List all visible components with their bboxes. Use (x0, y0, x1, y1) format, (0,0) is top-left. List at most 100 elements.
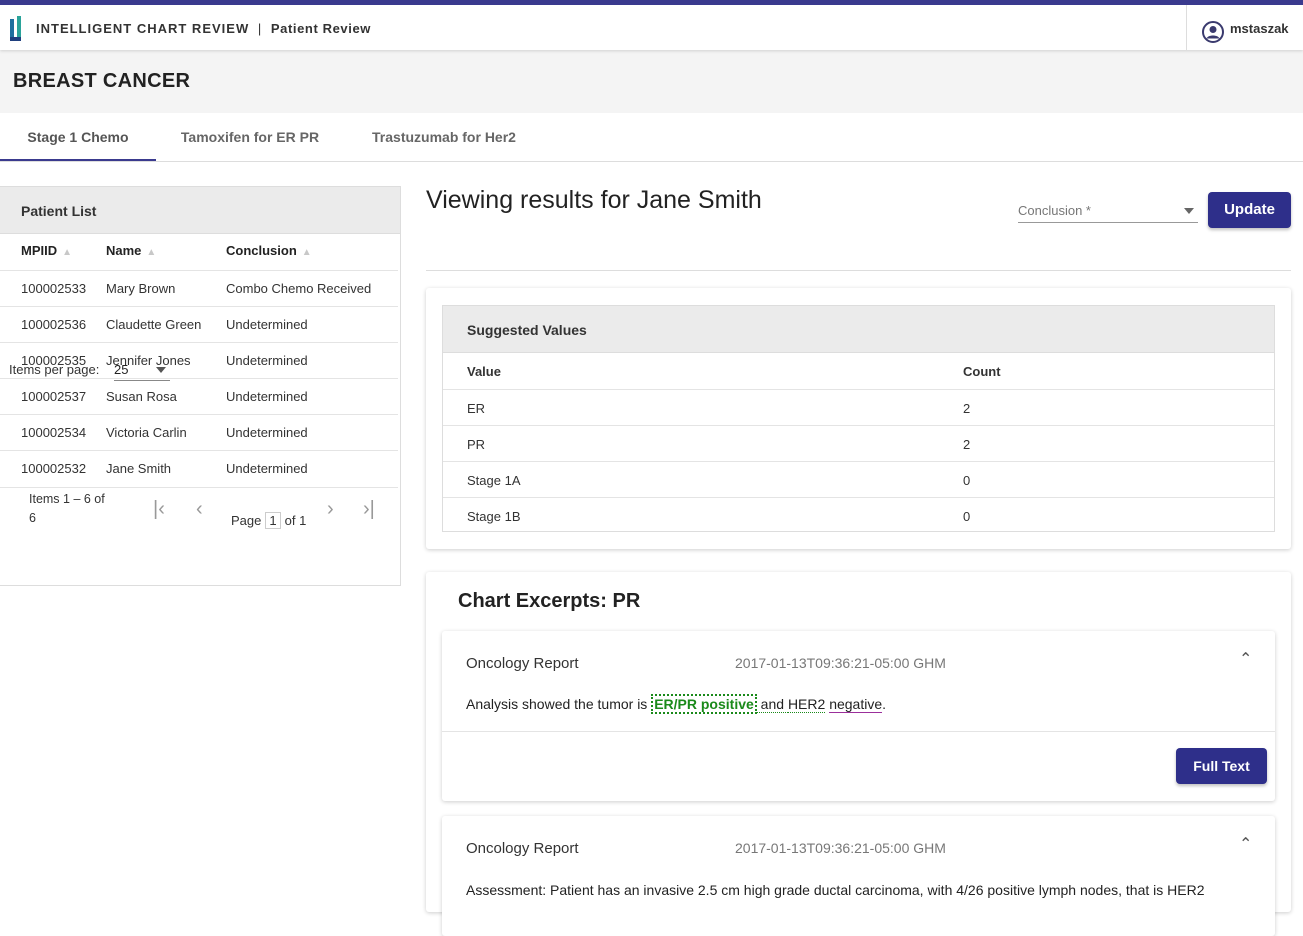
tab-bar: Stage 1 Chemo Tamoxifen for ER PR Trastu… (0, 113, 1303, 162)
page-of-label: of 1 (284, 513, 307, 528)
cell-count: 0 (963, 509, 971, 524)
cell-value: Stage 1A (467, 473, 521, 488)
conclusion-placeholder: Conclusion * (1018, 203, 1091, 218)
excerpt-panel: Oncology Report 2017-01-13T09:36:21-05:0… (442, 816, 1275, 936)
cell-conclusion: Undetermined (226, 317, 308, 332)
patient-row[interactable]: 100002534 Victoria Carlin Undetermined (0, 414, 398, 450)
user-name: mstaszak (1230, 21, 1289, 36)
cell-count: 0 (963, 473, 971, 488)
cell-name: Claudette Green (106, 317, 202, 332)
app-title: INTELLIGENT CHART REVIEW | Patient Revie… (36, 21, 371, 36)
next-page-icon[interactable]: › (327, 498, 334, 521)
suggested-values-card: Suggested Values Value Count ER 2 PR 2 S… (426, 288, 1291, 549)
annotated-term-negative[interactable]: negative (829, 696, 883, 713)
app-name: INTELLIGENT CHART REVIEW (36, 21, 250, 36)
title-separator: | (257, 21, 263, 36)
app-logo-icon (10, 16, 21, 41)
full-text-button[interactable]: Full Text (1176, 748, 1267, 784)
cell-mpiid: 100002537 (21, 389, 87, 404)
cell-conclusion: Undetermined (226, 389, 308, 404)
page-title: BREAST CANCER (13, 70, 191, 92)
table-row[interactable]: PR 2 (443, 425, 1274, 461)
page-header: BREAST CANCER (0, 50, 1303, 113)
page-indicator: Page 1 of 1 (231, 512, 306, 529)
table-row[interactable]: ER 2 (443, 389, 1274, 425)
page-input[interactable]: 1 (265, 512, 281, 529)
text-fragment: and (756, 696, 788, 713)
cell-name: Jane Smith (106, 461, 172, 476)
text-fragment: Analysis showed the tumor is (466, 696, 652, 712)
excerpt-text: Analysis showed the tumor is ER/PR posit… (466, 694, 887, 714)
chevron-up-icon[interactable]: ⌃ (1239, 649, 1252, 669)
cell-conclusion: Undetermined (226, 353, 308, 368)
divider (426, 270, 1291, 271)
column-header-conclusion[interactable]: Conclusion ▲ (226, 243, 312, 258)
cell-conclusion: Undetermined (226, 425, 308, 440)
dropdown-caret-icon (156, 367, 166, 373)
column-label: MPIID (21, 243, 58, 258)
tab-tamoxifen[interactable]: Tamoxifen for ER PR (156, 113, 344, 161)
chevron-up-icon[interactable]: ⌃ (1239, 834, 1252, 854)
highlighted-term[interactable]: ER/PR positive (651, 694, 757, 714)
conclusion-select[interactable]: Conclusion * (1018, 203, 1198, 223)
app-subtitle: Patient Review (270, 21, 372, 36)
update-button[interactable]: Update (1208, 192, 1291, 228)
column-header-mpiid[interactable]: MPIID ▲ (21, 243, 72, 258)
patient-row[interactable]: 100002533 Mary Brown Combo Chemo Receive… (0, 270, 398, 306)
first-page-icon[interactable]: |‹ (153, 498, 165, 521)
patient-list-title: Patient List (0, 187, 400, 234)
excerpt-type: Oncology Report (466, 840, 579, 857)
excerpt-text: Assessment: Patient has an invasive 2.5 … (466, 882, 1205, 898)
excerpt-panel: Oncology Report 2017-01-13T09:36:21-05:0… (442, 631, 1275, 801)
user-menu[interactable]: mstaszak (1186, 5, 1303, 50)
cell-conclusion: Combo Chemo Received (226, 281, 372, 296)
cell-name: Victoria Carlin (106, 425, 187, 440)
excerpt-footer: Full Text (442, 731, 1275, 801)
table-row[interactable]: Stage 1A 0 (443, 461, 1274, 497)
cell-mpiid: 100002534 (21, 425, 87, 440)
pager-items-label: Items 1 – 6 of 6 (29, 492, 105, 525)
sort-arrow-icon: ▲ (146, 247, 157, 258)
patient-row[interactable]: 100002532 Jane Smith Undetermined (0, 450, 398, 486)
last-page-icon[interactable]: ›| (363, 498, 375, 521)
chart-excerpts-card: Chart Excerpts: PR Oncology Report 2017-… (426, 572, 1291, 936)
items-per-page-value: 25 (114, 362, 129, 377)
items-per-page-label: Items per page: (9, 362, 100, 377)
column-label: Name (106, 243, 142, 258)
column-header-value: Value (467, 364, 501, 379)
excerpt-date: 2017-01-13T09:36:21-05:00 GHM (735, 655, 946, 671)
text-fragment: . (882, 696, 887, 712)
top-bar: INTELLIGENT CHART REVIEW | Patient Revie… (0, 0, 1303, 50)
suggested-values-title: Suggested Values (443, 306, 1274, 353)
tab-stage-1-chemo[interactable]: Stage 1 Chemo (0, 113, 156, 161)
table-row[interactable]: Stage 1B 0 (443, 497, 1274, 533)
annotated-term-her2[interactable]: HER2 (787, 696, 826, 713)
column-label: Conclusion (226, 243, 297, 258)
excerpt-type: Oncology Report (466, 655, 579, 672)
cell-name: Susan Rosa (106, 389, 177, 404)
sort-arrow-icon: ▲ (62, 247, 73, 258)
cell-value: PR (467, 437, 486, 452)
tab-trastuzumab[interactable]: Trastuzumab for Her2 (344, 113, 544, 161)
patient-list-panel: Patient List MPIID ▲ Name ▲ Conclusion ▲ 10… (0, 186, 401, 586)
suggested-values-table: Suggested Values Value Count ER 2 PR 2 S… (442, 305, 1275, 532)
patient-row[interactable]: 100002536 Claudette Green Undetermined (0, 306, 398, 342)
column-header-count: Count (963, 364, 1001, 379)
page-label: Page (231, 513, 262, 528)
dropdown-caret-icon (1184, 208, 1194, 214)
patient-row[interactable]: 100002537 Susan Rosa Undetermined (0, 378, 398, 414)
cell-conclusion: Undetermined (226, 461, 308, 476)
items-per-page-select[interactable]: 25 (114, 362, 170, 381)
pager: Items 1 – 6 of 6 |‹ ‹ Page 1 of 1 › ›| (0, 487, 398, 547)
user-avatar-icon (1202, 21, 1224, 43)
cell-value: ER (467, 401, 486, 416)
cell-value: Stage 1B (467, 509, 521, 524)
cell-name: Mary Brown (106, 281, 176, 296)
prev-page-icon[interactable]: ‹ (196, 498, 203, 521)
cell-count: 2 (963, 437, 971, 452)
column-header-name[interactable]: Name ▲ (106, 243, 156, 258)
cell-mpiid: 100002533 (21, 281, 87, 296)
cell-count: 2 (963, 401, 971, 416)
cell-mpiid: 100002532 (21, 461, 87, 476)
viewing-title: Viewing results for Jane Smith (426, 186, 762, 214)
